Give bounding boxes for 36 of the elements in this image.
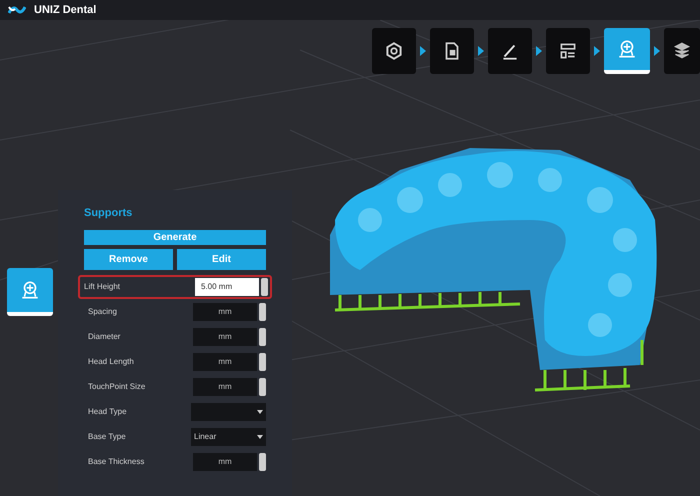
number-field[interactable]: mm — [193, 302, 257, 320]
spin-buttons[interactable] — [259, 378, 266, 396]
field-label: Head Type — [88, 406, 127, 418]
number-field[interactable]: mm — [193, 452, 257, 470]
number-field[interactable]: mm — [193, 328, 257, 346]
spin-buttons[interactable] — [259, 328, 266, 346]
number-field[interactable]: mm — [193, 378, 257, 396]
window-title: UNIZ Dental — [34, 2, 96, 18]
field-label: Head Length — [88, 356, 134, 368]
field-label: Diameter — [88, 330, 120, 342]
dropdown[interactable]: Linear — [191, 428, 266, 446]
field-label: TouchPoint Size — [88, 380, 146, 392]
spin-buttons[interactable] — [259, 352, 266, 370]
field-label: Lift Height — [84, 280, 120, 292]
arrow-icon — [420, 46, 426, 56]
arrow-icon — [478, 46, 484, 56]
spin-buttons[interactable] — [259, 452, 266, 470]
number-field[interactable]: 5.00 mm — [195, 278, 259, 296]
spin-buttons[interactable] — [259, 302, 266, 320]
step-tab[interactable] — [430, 28, 474, 74]
step-tab[interactable] — [372, 28, 416, 74]
arrow-icon — [654, 46, 660, 56]
number-field[interactable]: mm — [193, 352, 257, 370]
field-label: Spacing — [88, 306, 117, 318]
spin-buttons[interactable] — [261, 278, 268, 296]
arrow-icon — [536, 46, 542, 56]
arrow-icon — [594, 46, 600, 56]
field-label: Base Thickness — [88, 456, 144, 468]
step-tab[interactable] — [664, 28, 700, 74]
step-tab[interactable] — [546, 28, 590, 74]
caret-icon — [257, 410, 263, 414]
field-label: Base Type — [88, 430, 126, 442]
logo-icon — [8, 4, 26, 16]
caret-icon — [257, 434, 263, 438]
panel-title: Supports — [84, 206, 134, 221]
step-tab[interactable] — [488, 28, 532, 74]
